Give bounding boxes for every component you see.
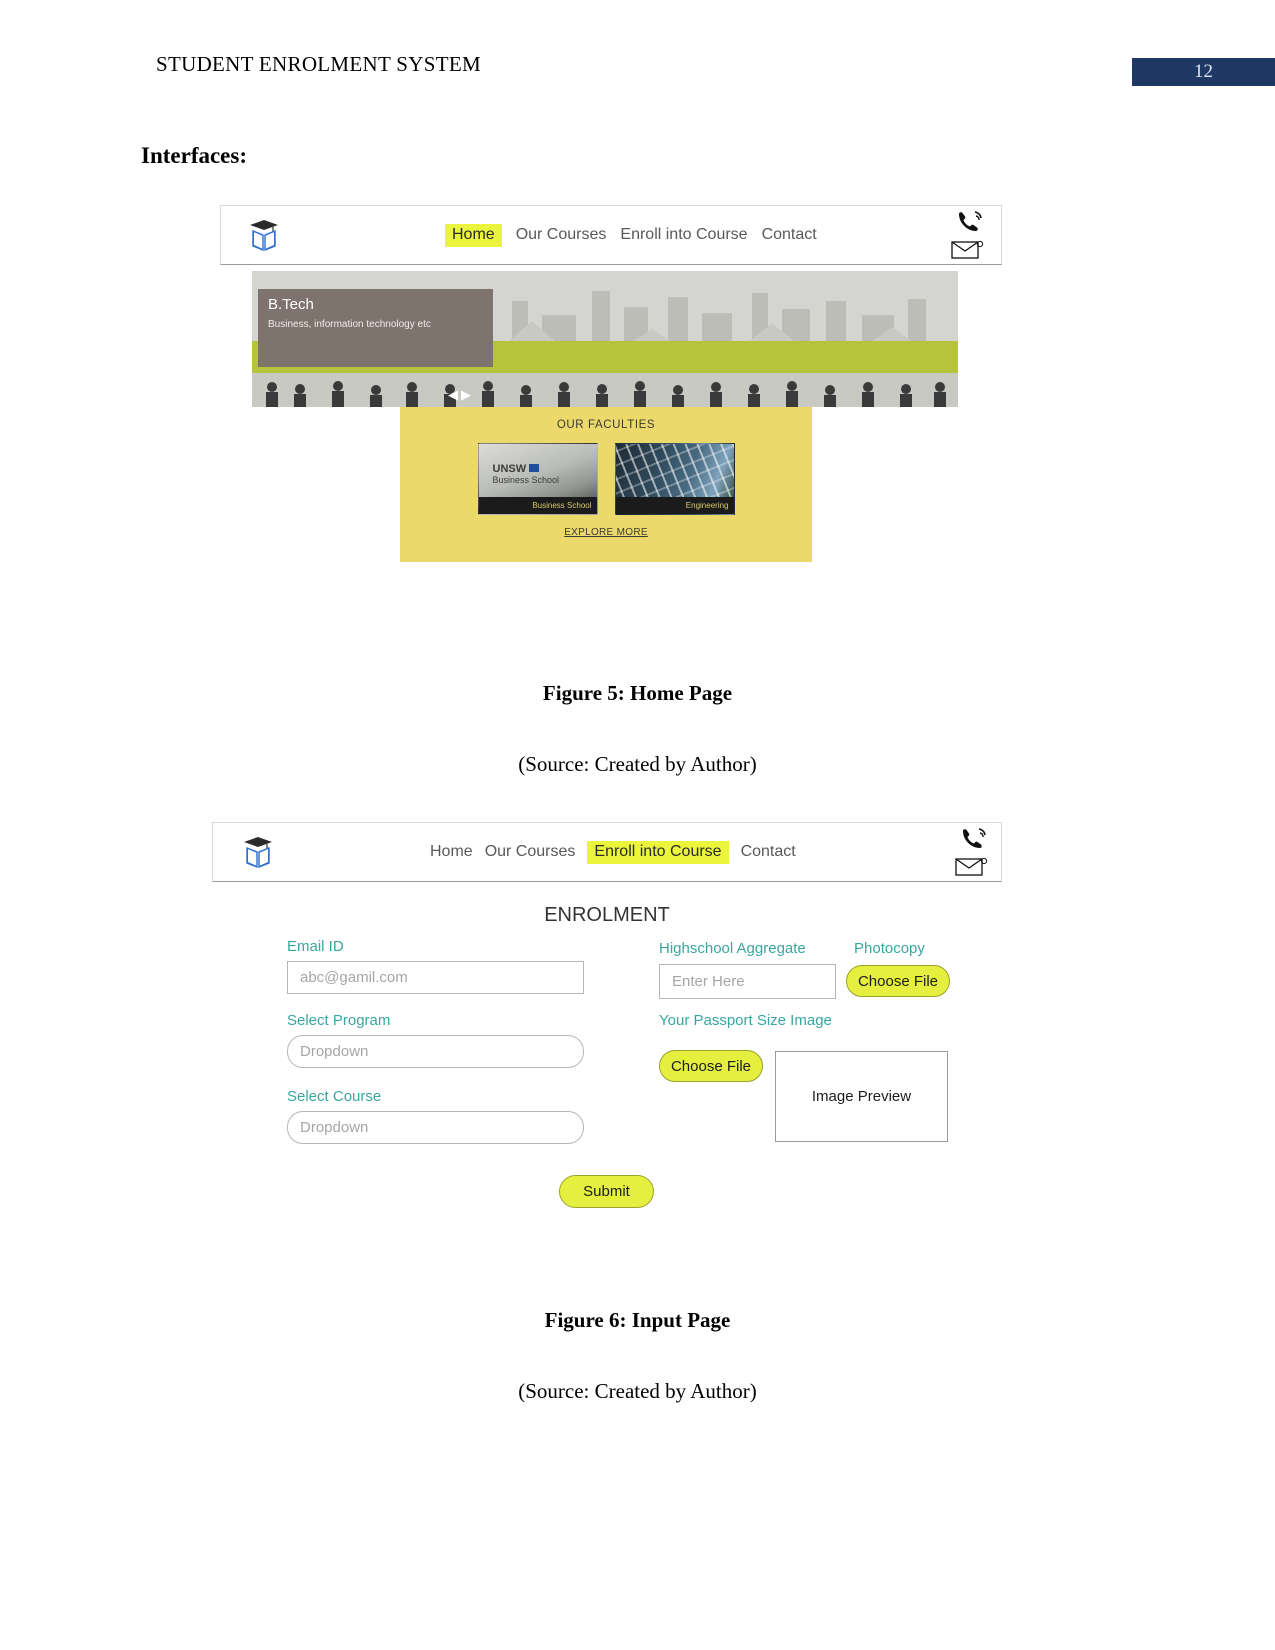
carousel-arrows: ◀ ▶ bbox=[448, 388, 471, 401]
carousel-prev-arrow-icon[interactable]: ◀ bbox=[448, 388, 458, 401]
figure6-caption: Figure 6: Input Page bbox=[544, 1308, 731, 1332]
enrol-navbar: Home Our Courses Enroll into Course Cont… bbox=[212, 822, 1002, 882]
faculty-card-business-school[interactable]: UNSW Business School Business School bbox=[477, 443, 598, 515]
hero-overlay: B.Tech Business, information technology … bbox=[258, 289, 493, 367]
page-title: STUDENT ENROLMENT SYSTEM bbox=[156, 52, 481, 76]
faculty-card-engineering[interactable]: Engineering bbox=[614, 443, 735, 515]
email-field[interactable]: abc@gamil.com bbox=[287, 961, 584, 994]
enrolment-form-title: ENROLMENT bbox=[544, 904, 670, 926]
course-label: Select Course bbox=[287, 1088, 382, 1105]
home-nav-icons bbox=[951, 210, 987, 260]
unsw-logo-text: UNSW bbox=[492, 463, 527, 475]
photocopy-label: Photocopy bbox=[854, 940, 925, 957]
nav-link-enroll-into-course[interactable]: Enroll into Course bbox=[620, 226, 747, 244]
enrol-nav-links: Home Our Courses Enroll into Course Cont… bbox=[430, 840, 796, 864]
passport-image-label: Your Passport Size Image bbox=[659, 1012, 832, 1029]
figure5-caption: Figure 5: Home Page bbox=[542, 681, 733, 705]
hero-title: B.Tech bbox=[268, 296, 314, 313]
nav-link-our-courses[interactable]: Our Courses bbox=[485, 843, 576, 861]
home-nav-links: Home Our Courses Enroll into Course Cont… bbox=[445, 223, 817, 247]
phone-ringing-icon[interactable] bbox=[955, 827, 991, 849]
page-number-badge: 12 bbox=[1132, 58, 1275, 86]
email-label: Email ID bbox=[287, 938, 344, 955]
photocopy-choose-file-button[interactable]: Choose File bbox=[846, 965, 950, 997]
explore-more-link[interactable]: EXPLORE MORE bbox=[400, 527, 812, 538]
nav-link-contact[interactable]: Contact bbox=[762, 226, 817, 244]
envelope-icon[interactable] bbox=[955, 857, 989, 877]
carousel-next-arrow-icon[interactable]: ▶ bbox=[461, 388, 471, 401]
program-label: Select Program bbox=[287, 1012, 391, 1029]
faculty-card-list: UNSW Business School Business School Eng… bbox=[400, 443, 812, 515]
crowd-silhouette-graphic bbox=[252, 373, 958, 407]
enrol-nav-icons bbox=[955, 827, 991, 877]
nav-link-enroll-into-course[interactable]: Enroll into Course bbox=[587, 840, 729, 864]
graduation-cap-book-logo[interactable] bbox=[247, 215, 281, 255]
highschool-aggregate-field[interactable]: Enter Here bbox=[659, 964, 836, 999]
open-book-icon bbox=[246, 846, 270, 868]
figure5-source: (Source: Created by Author) bbox=[518, 752, 757, 776]
nav-link-contact[interactable]: Contact bbox=[741, 843, 796, 861]
submit-button[interactable]: Submit bbox=[559, 1175, 654, 1208]
hero-subtitle: Business, information technology etc bbox=[268, 318, 431, 330]
document-header: STUDENT ENROLMENT SYSTEM 12 bbox=[0, 52, 1275, 86]
faculty-card-caption: Engineering bbox=[615, 497, 734, 514]
unsw-logo: UNSW Business School bbox=[492, 463, 560, 485]
unsw-badge bbox=[529, 464, 539, 473]
nav-link-home[interactable]: Home bbox=[445, 223, 502, 247]
nav-link-our-courses[interactable]: Our Courses bbox=[516, 226, 607, 244]
program-dropdown[interactable]: Dropdown bbox=[287, 1035, 584, 1068]
home-page-mockup: Home Our Courses Enroll into Course Cont… bbox=[220, 205, 1002, 562]
course-dropdown[interactable]: Dropdown bbox=[287, 1111, 584, 1144]
nav-link-home[interactable]: Home bbox=[430, 843, 473, 861]
phone-ringing-icon[interactable] bbox=[951, 210, 987, 232]
hero-carousel[interactable]: B.Tech Business, information technology … bbox=[252, 271, 958, 407]
image-preview-box: Image Preview bbox=[775, 1051, 948, 1142]
home-navbar: Home Our Courses Enroll into Course Cont… bbox=[220, 205, 1002, 265]
section-heading: Interfaces: bbox=[141, 143, 248, 168]
unsw-logo-sub: Business School bbox=[492, 474, 560, 485]
faculties-heading: OUR FACULTIES bbox=[556, 419, 656, 431]
graduation-cap-book-logo[interactable] bbox=[241, 832, 275, 872]
faculty-card-caption: Business School bbox=[478, 497, 597, 514]
passport-choose-file-button[interactable]: Choose File bbox=[659, 1050, 763, 1082]
input-page-mockup: Home Our Courses Enroll into Course Cont… bbox=[212, 822, 1002, 1208]
open-book-icon bbox=[252, 229, 276, 251]
highschool-aggregate-label: Highschool Aggregate bbox=[659, 940, 806, 957]
figure6-source: (Source: Created by Author) bbox=[518, 1379, 757, 1403]
faculties-panel: OUR FACULTIES UNSW Business School Busin… bbox=[400, 407, 812, 562]
envelope-icon[interactable] bbox=[951, 240, 985, 260]
